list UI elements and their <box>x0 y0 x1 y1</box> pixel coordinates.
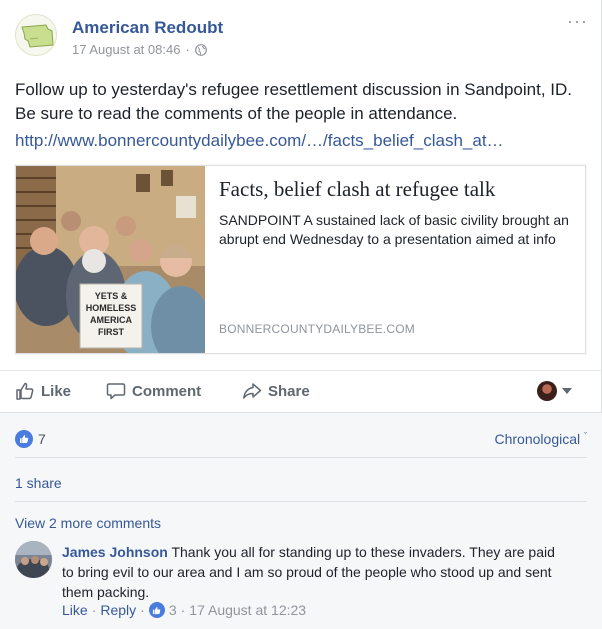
sign-line-2: HOMELESS <box>85 303 137 313</box>
share-button[interactable]: Share <box>242 381 310 401</box>
meta-separator: · <box>185 42 190 57</box>
separator: · <box>180 602 186 618</box>
reaction-summary[interactable]: 7 <box>15 430 46 448</box>
action-bar: Like Comment Share <box>0 370 602 412</box>
separator: · <box>140 602 145 618</box>
preview-domain: BONNERCOUNTYDAILYBEE.COM <box>219 322 415 336</box>
post-text: Follow up to yesterday's refugee resettl… <box>15 80 572 123</box>
globe-icon[interactable] <box>194 43 207 56</box>
share-arrow-icon <box>243 383 262 399</box>
protest-sign: YETS & HOMELESS AMERICA FIRST <box>80 290 142 338</box>
comment-like-icon[interactable] <box>148 602 165 618</box>
sign-line-3: AMERICA <box>90 315 132 325</box>
speech-bubble-icon <box>106 383 126 400</box>
comment-like-count[interactable]: 3 <box>169 602 177 618</box>
link-preview[interactable]: YETS & HOMELESS AMERICA FIRST Facts, bel… <box>15 165 586 354</box>
preview-description: SANDPOINT A sustained lack of basic civi… <box>219 212 569 247</box>
preview-body[interactable]: Facts, belief clash at refugee talk SAND… <box>219 166 579 353</box>
sign-line-1: YETS & <box>94 291 128 301</box>
chevron-down-icon <box>562 388 572 394</box>
like-label: Like <box>41 382 72 400</box>
comment-actions: Like · Reply · 3 · 17 August at 12:23 <box>62 602 306 618</box>
post-timestamp[interactable]: 17 August at 08:46 <box>72 42 180 57</box>
like-reaction-icon <box>15 430 33 448</box>
montana-map-icon <box>16 15 56 55</box>
preview-title[interactable]: Facts, belief clash at refugee talk <box>219 177 495 202</box>
comment-reply-link[interactable]: Reply <box>100 602 136 618</box>
shares-link[interactable]: 1 share <box>15 475 62 491</box>
sign-line-4: FIRST <box>98 327 124 337</box>
chevron-down-icon: ˇ <box>584 431 587 441</box>
order-label: Chronological <box>494 431 581 447</box>
reaction-count: 7 <box>38 431 46 447</box>
profile-avatar <box>537 381 557 401</box>
comment-label: Comment <box>132 382 202 400</box>
comment-button[interactable]: Comment <box>106 381 201 401</box>
separator: · <box>91 602 97 618</box>
post-card: American Redoubt 17 August at 08:46 · ··… <box>0 0 602 629</box>
post-meta: 17 August at 08:46 · <box>72 42 207 57</box>
thumbs-up-icon <box>16 382 34 400</box>
page-name[interactable]: American Redoubt <box>72 18 223 38</box>
view-more-comments-link[interactable]: View 2 more comments <box>15 515 161 531</box>
comment-order-dropdown[interactable]: Chronological ˇ <box>495 431 588 447</box>
share-label: Share <box>268 382 310 400</box>
divider <box>15 457 587 458</box>
more-options-icon[interactable]: ··· <box>567 12 588 30</box>
comment-body: James Johnson Thank you all for standing… <box>62 542 562 602</box>
feedback-section: 7 Chronological ˇ 1 share View 2 more co… <box>0 412 602 629</box>
comment-author[interactable]: James Johnson <box>62 544 168 560</box>
comment-timestamp[interactable]: 17 August at 12:23 <box>189 602 306 618</box>
post-link[interactable]: http://www.bonnercountydailybee.com/…/fa… <box>15 131 504 151</box>
comment-like-link[interactable]: Like <box>62 602 88 618</box>
divider <box>15 501 587 502</box>
commenter-avatar[interactable] <box>15 541 52 578</box>
like-button[interactable]: Like <box>15 381 71 401</box>
preview-image[interactable]: YETS & HOMELESS AMERICA FIRST <box>16 166 205 353</box>
page-avatar[interactable] <box>15 14 57 56</box>
post-as-selector[interactable] <box>537 381 572 401</box>
